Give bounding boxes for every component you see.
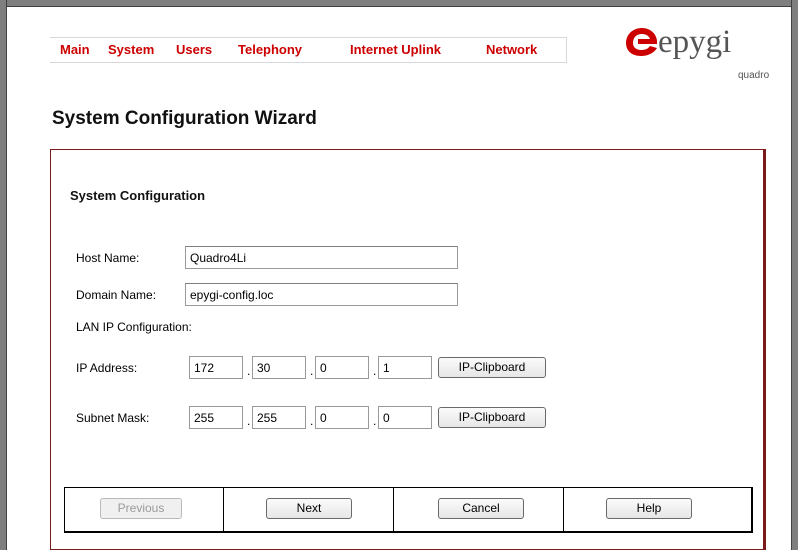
- nav-item-users[interactable]: Users: [176, 42, 212, 57]
- nav-item-telephony[interactable]: Telephony: [238, 42, 302, 57]
- nav-item-internet-uplink[interactable]: Internet Uplink: [350, 42, 441, 57]
- subnet-mask-octet-1[interactable]: [189, 406, 243, 429]
- cancel-button[interactable]: Cancel: [438, 498, 524, 519]
- host-name-input[interactable]: [185, 246, 458, 269]
- nav-item-system[interactable]: System: [108, 42, 154, 57]
- ip-address-octet-1[interactable]: [189, 356, 243, 379]
- logo-sub-text: quadro: [738, 70, 770, 81]
- subnet-dot-separator: .: [310, 414, 314, 428]
- subnet-mask-octet-2[interactable]: [252, 406, 306, 429]
- subnet-dot-separator: .: [373, 414, 377, 428]
- ip-dot-separator: .: [310, 364, 314, 378]
- nav-item-main[interactable]: Main: [60, 42, 90, 57]
- nav-item-network[interactable]: Network: [486, 42, 537, 57]
- subnet-mask-octet-3[interactable]: [315, 406, 369, 429]
- logo-brand-text: epygi: [658, 24, 732, 60]
- ip-address-clipboard-button[interactable]: IP-Clipboard: [438, 357, 546, 378]
- button-bar-divider: [223, 488, 224, 532]
- ip-address-octet-2[interactable]: [252, 356, 306, 379]
- help-button[interactable]: Help: [606, 498, 692, 519]
- ip-dot-separator: .: [373, 364, 377, 378]
- section-title: System Configuration: [70, 188, 206, 203]
- button-bar-divider: [563, 488, 564, 532]
- domain-name-label: Domain Name:: [76, 288, 157, 302]
- page-title: System Configuration Wizard: [52, 108, 317, 129]
- subnet-mask-octet-4[interactable]: [378, 406, 432, 429]
- window-frame-right: [791, 0, 798, 550]
- lan-ip-configuration-label: LAN IP Configuration:: [76, 320, 192, 334]
- subnet-mask-clipboard-button[interactable]: IP-Clipboard: [438, 407, 546, 428]
- epygi-logo: epygi quadro: [624, 24, 769, 96]
- ip-address-label: IP Address:: [76, 361, 138, 375]
- next-button[interactable]: Next: [266, 498, 352, 519]
- top-navigation: Main System Users Telephony Internet Upl…: [50, 37, 567, 63]
- subnet-mask-label: Subnet Mask:: [76, 411, 150, 425]
- previous-button[interactable]: Previous: [100, 498, 182, 519]
- ip-address-octet-4[interactable]: [378, 356, 432, 379]
- ip-address-octet-3[interactable]: [315, 356, 369, 379]
- button-bar-divider: [393, 488, 394, 532]
- window-frame-top: [0, 0, 798, 7]
- epygi-logo-mark-icon: [626, 28, 658, 56]
- host-name-label: Host Name:: [76, 251, 140, 265]
- ip-dot-separator: .: [247, 364, 251, 378]
- subnet-dot-separator: .: [247, 414, 251, 428]
- window-frame-left: [0, 0, 7, 550]
- domain-name-input[interactable]: [185, 283, 458, 306]
